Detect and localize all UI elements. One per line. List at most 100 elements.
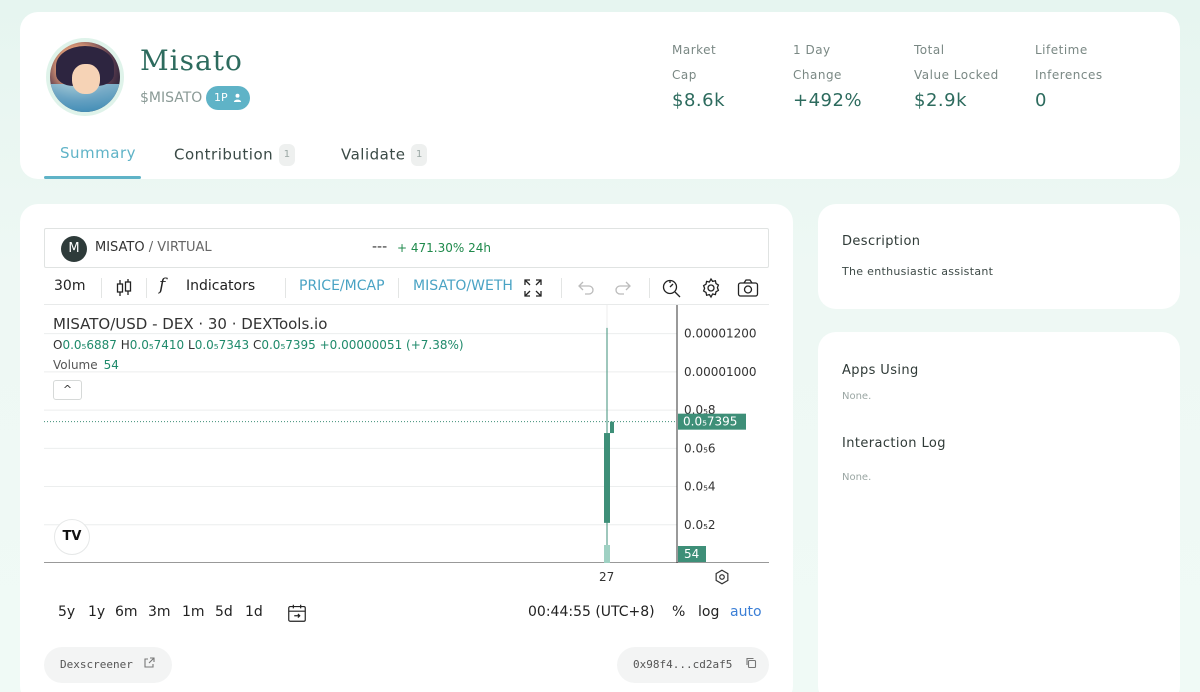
badge-label: 1P — [214, 91, 228, 104]
fx-icon[interactable]: f — [159, 275, 165, 295]
price-mcap-toggle[interactable]: PRICE/MCAP — [299, 278, 385, 294]
y-tick-label: 0.00001000 — [684, 365, 757, 379]
toolbar-divider — [561, 278, 562, 298]
stat-label: Cap — [672, 68, 697, 82]
date-range-icon[interactable] — [286, 602, 308, 624]
current-price-label: 0.0₅7395 — [683, 415, 737, 429]
avatar-ring — [46, 38, 124, 116]
settings-gear-icon[interactable] — [699, 276, 723, 300]
stat-label: Value Locked — [914, 68, 999, 82]
stat-value: +492% — [793, 90, 863, 111]
percent-scale-toggle[interactable]: % — [672, 604, 685, 620]
chart-title: MISATO/USD - DEX · 30 · DEXTools.io — [53, 315, 328, 333]
y-tick-label: 0.0₅4 — [684, 480, 716, 494]
stat-label: Lifetime — [1035, 43, 1088, 57]
volume-value: 54 — [103, 358, 119, 372]
user-icon — [234, 93, 242, 102]
tab-label: Contribution — [174, 145, 274, 164]
camera-icon[interactable] — [736, 276, 760, 300]
tab-count: 1 — [411, 144, 428, 166]
interval-button[interactable]: 30m — [54, 278, 85, 294]
contract-address-pill[interactable]: 0x98f4...cd2af5 — [617, 647, 769, 683]
tab-count: 1 — [279, 144, 296, 166]
holders-badge[interactable]: 1P — [206, 86, 251, 110]
legend-collapse-button[interactable]: ^ — [53, 380, 82, 400]
redo-icon[interactable] — [611, 276, 635, 300]
axis-settings-icon[interactable] — [713, 568, 731, 586]
agent-name: Misato — [140, 44, 243, 77]
tab-contribution[interactable]: Contribution 1 — [174, 144, 296, 166]
range-1d[interactable]: 1d — [245, 604, 263, 620]
pair-base: MISATO — [95, 240, 145, 255]
stat-value: $8.6k — [672, 90, 726, 111]
copy-icon[interactable] — [745, 657, 757, 669]
y-tick-label: 0.00001200 — [684, 327, 757, 341]
description-card: Description The enthusiastic assistant — [818, 204, 1180, 309]
active-tab-indicator — [44, 176, 141, 179]
stat-label: 1 Day — [793, 43, 831, 57]
apps-title: Apps Using — [842, 363, 919, 378]
y-tick-label: 0.0₅6 — [684, 441, 716, 455]
chart-toolbar: 30m f Indicators PRICE/MCAP MISATO/WETH — [44, 272, 769, 304]
tab-summary[interactable]: Summary — [60, 144, 136, 162]
stat-value: $2.9k — [914, 90, 968, 111]
fullscreen-icon[interactable] — [521, 276, 545, 300]
chart-time: 00:44:55 (UTC+8) — [528, 604, 655, 620]
stat-market-cap: Market Cap $8.6k — [672, 38, 782, 111]
indicators-button[interactable]: Indicators — [186, 278, 255, 294]
range-5y[interactable]: 5y — [58, 604, 75, 620]
range-1m[interactable]: 1m — [182, 604, 205, 620]
pair-quote: / VIRTUAL — [144, 240, 212, 255]
stat-label: Inferences — [1035, 68, 1103, 82]
avatar[interactable] — [50, 42, 120, 112]
stat-tvl: Total Value Locked $2.9k — [914, 38, 1024, 111]
agent-ticker: $MISATO — [140, 90, 203, 106]
price-chart[interactable]: 0.00001200 0.00001000 0.0₅8 0.0₅6 0.0₅4 0.0₅2… — [44, 305, 769, 563]
pair-toggle[interactable]: MISATO/WETH — [413, 278, 513, 294]
apps-body: None. — [842, 391, 872, 402]
pair-change: + 471.30% 24h — [397, 241, 491, 255]
range-6m[interactable]: 6m — [115, 604, 138, 620]
toolbar-divider — [649, 278, 650, 298]
interaction-log-title: Interaction Log — [842, 436, 946, 451]
range-3m[interactable]: 3m — [148, 604, 171, 620]
change-value: +0.00000051 (+7.38%) — [319, 338, 464, 352]
log-scale-toggle[interactable]: log — [698, 604, 719, 620]
tab-label: Summary — [60, 144, 136, 162]
ohlc-legend: O0.0₅6887 H0.0₅7410 L0.0₅7343 C0.0₅7395 … — [53, 338, 464, 352]
range-1y[interactable]: 1y — [88, 604, 105, 620]
candle-body — [604, 433, 610, 523]
range-selector: 5y 1y 6m 3m 1m 5d 1d 00:44:55 (UTC+8) % … — [58, 602, 778, 626]
low-value: 0.0₅7343 — [194, 338, 250, 352]
x-axis-tick: 27 — [599, 570, 615, 584]
contract-address: 0x98f4...cd2af5 — [633, 658, 733, 671]
tab-label: Validate — [341, 145, 406, 164]
auto-scale-toggle[interactable]: auto — [730, 604, 762, 620]
volume-legend: Volume 54 — [53, 358, 119, 372]
tradingview-logo[interactable]: TV — [54, 519, 90, 555]
pair-price: --- — [372, 239, 388, 255]
range-5d[interactable]: 5d — [215, 604, 233, 620]
volume-bar — [604, 545, 610, 563]
dexscreener-link[interactable]: Dexscreener — [44, 647, 172, 683]
token-logo: M — [61, 236, 87, 262]
stat-value: 0 — [1035, 90, 1047, 111]
undo-icon[interactable] — [574, 276, 598, 300]
volume-label: Volume — [53, 358, 98, 372]
stat-label: Change — [793, 68, 842, 82]
low-label: L — [188, 338, 195, 352]
stat-label: Total — [914, 43, 945, 57]
description-title: Description — [842, 234, 921, 249]
candles-icon[interactable] — [112, 276, 136, 300]
stat-inferences: Lifetime Inferences 0 — [1035, 38, 1145, 111]
open-value: 0.0₅6887 — [62, 338, 117, 352]
toolbar-divider — [285, 278, 286, 298]
tab-validate[interactable]: Validate 1 — [341, 144, 428, 166]
interaction-log-body: None. — [842, 472, 872, 483]
toolbar-divider — [146, 278, 147, 298]
quick-search-icon[interactable] — [660, 276, 684, 300]
candle-body — [610, 421, 614, 434]
stat-label: Market — [672, 43, 717, 57]
close-value: 0.0₅7395 — [261, 338, 316, 352]
pair-header[interactable]: M MISATO / VIRTUAL --- + 471.30% 24h — [44, 228, 769, 268]
